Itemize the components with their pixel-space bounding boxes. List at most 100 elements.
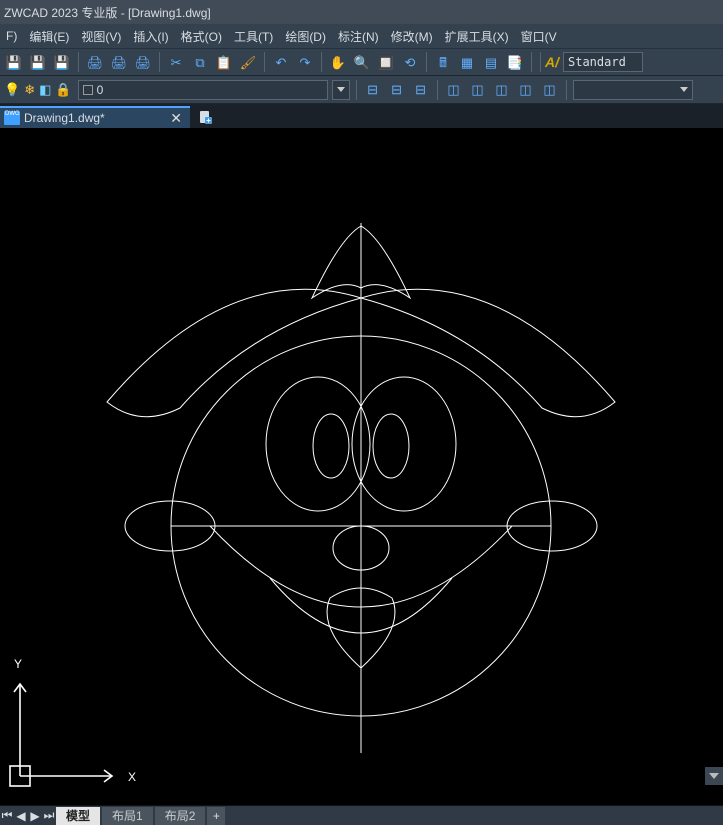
separator <box>321 52 322 72</box>
zoomprev-icon: ⟲ <box>405 56 416 69</box>
new-tab-button[interactable] <box>194 106 216 128</box>
grid-button[interactable]: ▦ <box>456 51 478 73</box>
drawing-canvas[interactable]: X Y <box>0 128 723 805</box>
layerp2-button[interactable]: ⊟ <box>386 79 408 101</box>
layout-tab-model[interactable]: 模型 <box>56 807 100 825</box>
linetype-dropdown[interactable] <box>332 80 350 100</box>
help-icon: 📑 <box>507 56 523 69</box>
layout-last-button[interactable]: ⏭ <box>42 808 56 824</box>
calc-icon: 🖩 <box>439 56 447 69</box>
plot-button[interactable]: 🖨 <box>84 51 106 73</box>
block3-icon: ◫ <box>495 83 507 96</box>
menu-insert[interactable]: 插入(I) <box>127 24 174 48</box>
zoom-icon: 🔍 <box>354 56 370 69</box>
zoom-realtime-button[interactable]: 🔍 <box>351 51 373 73</box>
first-icon: ⏮ <box>2 808 13 823</box>
menu-express[interactable]: 扩展工具(X) <box>439 24 515 48</box>
publish-button[interactable]: 🖨 <box>132 51 154 73</box>
separator <box>566 80 567 100</box>
document-tab-active[interactable]: Drawing1.dwg* ✕ <box>0 106 190 128</box>
block3-button[interactable]: ◫ <box>491 79 513 101</box>
chevron-down-icon <box>337 87 345 92</box>
separator <box>540 52 541 72</box>
block2-button[interactable]: ◫ <box>467 79 489 101</box>
matchprop-icon: 🖌 <box>240 56 257 69</box>
saveall-button[interactable]: 💾 <box>51 51 73 73</box>
layout-add-button[interactable]: + <box>207 807 225 825</box>
layout-prev-button[interactable]: ◀ <box>14 808 28 824</box>
menu-edit[interactable]: 编辑(E) <box>23 24 75 48</box>
main-toolbar: 💾 💾 💾 🖨 🖨 🖨 ✂ ⧉ 📋 🖌 ↶ ↷ ✋ 🔍 🔲 ⟲ 🖩 ▦ ▤ 📑 … <box>0 48 723 76</box>
prev-icon: ◀ <box>16 809 25 823</box>
app-title: ZWCAD 2023 专业版 - [Drawing1.dwg] <box>4 4 211 21</box>
zoom-window-button[interactable]: 🔲 <box>375 51 397 73</box>
scroll-down-button[interactable] <box>705 767 723 785</box>
saveas-icon: 💾 <box>30 56 46 69</box>
menu-dim[interactable]: 标注(N) <box>332 24 385 48</box>
print2-icon: 🖨 <box>111 56 128 69</box>
newfile-icon <box>197 109 213 125</box>
text-style-dropdown[interactable]: Standard <box>563 52 643 72</box>
cut-button[interactable]: ✂ <box>165 51 187 73</box>
separator <box>426 52 427 72</box>
plot2-button[interactable]: 🖨 <box>108 51 130 73</box>
pan-icon: ✋ <box>330 56 346 69</box>
layout-next-button[interactable]: ▶ <box>28 808 42 824</box>
lightbulb-icon: 💡 <box>4 83 20 96</box>
menu-format[interactable]: 格式(O) <box>175 24 228 48</box>
undo-icon: ↶ <box>276 56 287 69</box>
layout-first-button[interactable]: ⏮ <box>0 808 14 824</box>
block4-button[interactable]: ◫ <box>515 79 537 101</box>
calc-button[interactable]: 🖩 <box>432 51 454 73</box>
block5-button[interactable]: ◫ <box>539 79 561 101</box>
freeze-icon: ❄ <box>24 83 35 96</box>
matchprop-button[interactable]: 🖌 <box>237 51 259 73</box>
lock-icon: 🔒 <box>55 83 71 96</box>
layer-name: 0 <box>97 83 104 97</box>
layout-tab-row: ⏮ ◀ ▶ ⏭ 模型 布局1 布局2 + <box>0 805 723 825</box>
menu-draw[interactable]: 绘图(D) <box>279 24 332 48</box>
saveas-button[interactable]: 💾 <box>27 51 49 73</box>
cut-icon: ✂ <box>171 56 182 69</box>
layer-toolbar: 💡 ❄ ◧ 🔒 0 ⊟ ⊟ ⊟ ◫ ◫ ◫ ◫ ◫ <box>0 76 723 104</box>
close-tab-button[interactable]: ✕ <box>170 110 182 127</box>
separator <box>78 52 79 72</box>
layeriso-icon: ◧ <box>39 83 51 96</box>
help-button[interactable]: 📑 <box>504 51 526 73</box>
text-style-box: A/ Standard <box>545 52 643 72</box>
next-icon: ▶ <box>30 809 39 823</box>
layerp-button[interactable]: ⊟ <box>362 79 384 101</box>
separator <box>264 52 265 72</box>
chevron-down-icon <box>680 87 688 92</box>
menu-file[interactable]: F) <box>0 24 23 48</box>
paste-button[interactable]: 📋 <box>213 51 235 73</box>
undo-button[interactable]: ↶ <box>270 51 292 73</box>
table-icon: ▤ <box>485 56 497 69</box>
zoom-prev-button[interactable]: ⟲ <box>399 51 421 73</box>
redo-button[interactable]: ↷ <box>294 51 316 73</box>
block-button[interactable]: ◫ <box>443 79 465 101</box>
chevron-down-icon <box>709 773 719 779</box>
menu-view[interactable]: 视图(V) <box>75 24 127 48</box>
menu-tools[interactable]: 工具(T) <box>228 24 279 48</box>
table-button[interactable]: ▤ <box>480 51 502 73</box>
redo-icon: ↷ <box>300 56 311 69</box>
textstyle-big-dropdown[interactable] <box>573 80 693 100</box>
menu-modify[interactable]: 修改(M) <box>385 24 439 48</box>
layout-tab-layout2[interactable]: 布局2 <box>155 807 206 825</box>
layer-dropdown[interactable]: 0 <box>78 80 328 100</box>
copy-icon: ⧉ <box>195 56 204 69</box>
drawing-content: X Y <box>0 128 723 805</box>
dwg-icon <box>4 111 20 125</box>
layout-tab-layout1[interactable]: 布局1 <box>102 807 153 825</box>
block2-icon: ◫ <box>471 83 483 96</box>
pan-button[interactable]: ✋ <box>327 51 349 73</box>
layerp3-button[interactable]: ⊟ <box>410 79 432 101</box>
save-button[interactable]: 💾 <box>3 51 25 73</box>
document-tab-label: Drawing1.dwg* <box>24 111 105 125</box>
copy-button[interactable]: ⧉ <box>189 51 211 73</box>
ucs-x-label: X <box>128 770 136 784</box>
titlebar: ZWCAD 2023 专业版 - [Drawing1.dwg] <box>0 0 723 24</box>
menu-window[interactable]: 窗口(V <box>515 24 563 48</box>
grid-icon: ▦ <box>461 56 473 69</box>
